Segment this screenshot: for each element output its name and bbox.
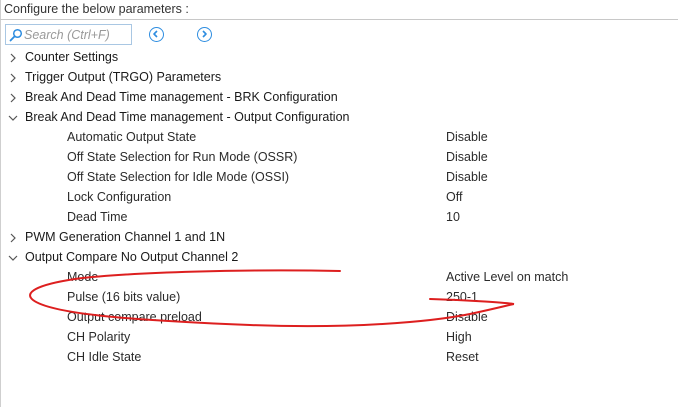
group-label: Output Compare No Output Channel 2 — [25, 250, 239, 264]
parameter-name: Output compare preload — [67, 310, 202, 324]
parameter-name: Off State Selection for Idle Mode (OSSI) — [67, 170, 290, 184]
tree-group-row[interactable]: Trigger Output (TRGO) Parameters — [0, 68, 678, 88]
chevron-right-icon[interactable] — [8, 73, 18, 83]
parameter-row[interactable]: Mode Active Level on match — [0, 268, 678, 288]
chevron-right-icon[interactable] — [8, 93, 18, 103]
tree-group-row[interactable]: PWM Generation Channel 1 and 1N — [0, 228, 678, 248]
parameter-row[interactable]: CH Polarity High — [0, 328, 678, 348]
chevron-down-icon[interactable] — [8, 113, 18, 123]
group-label: Trigger Output (TRGO) Parameters — [25, 70, 222, 84]
parameter-row[interactable]: Off State Selection for Idle Mode (OSSI)… — [0, 168, 678, 188]
tree-group-row[interactable]: Break And Dead Time management - Output … — [0, 108, 678, 128]
group-label: Break And Dead Time management - BRK Con… — [25, 90, 338, 104]
parameter-value[interactable]: Disable — [446, 130, 488, 144]
parameter-tree: Counter Settings Trigger Output (TRGO) Pa… — [0, 48, 678, 368]
group-label: PWM Generation Channel 1 and 1N — [25, 230, 226, 244]
circle-arrow-left-icon — [153, 30, 158, 38]
parameter-name: Automatic Output State — [67, 130, 197, 144]
parameter-name: Mode — [67, 270, 99, 284]
parameter-value[interactable]: Active Level on match — [446, 270, 568, 284]
parameter-name: Lock Configuration — [67, 190, 172, 204]
parameter-name: Off State Selection for Run Mode (OSSR) — [67, 150, 298, 164]
parameter-settings-panel: Configure the below parameters : Counter… — [0, 0, 678, 407]
circle-arrow-right-icon — [202, 30, 207, 38]
parameter-name: Pulse (16 bits value) — [67, 290, 181, 304]
search-input[interactable] — [24, 26, 128, 43]
parameter-name: CH Polarity — [67, 330, 131, 344]
parameter-value[interactable]: High — [446, 330, 472, 344]
next-match-button[interactable] — [197, 27, 212, 42]
parameter-value[interactable]: Off — [446, 190, 462, 204]
group-label: Break And Dead Time management - Output … — [25, 110, 350, 124]
previous-match-button[interactable] — [149, 27, 164, 42]
parameter-row[interactable]: Dead Time 10 — [0, 208, 678, 228]
panel-header: Configure the below parameters : — [0, 0, 678, 20]
search-box[interactable] — [5, 24, 132, 45]
parameter-value[interactable]: Disable — [446, 150, 488, 164]
parameter-name: Dead Time — [67, 210, 128, 224]
parameter-row[interactable]: Output compare preload Disable — [0, 308, 678, 328]
parameter-name: CH Idle State — [67, 350, 142, 364]
group-label: Counter Settings — [25, 50, 119, 64]
parameter-value[interactable]: Disable — [446, 310, 488, 324]
chevron-down-icon[interactable] — [8, 253, 18, 263]
parameter-value[interactable]: Reset — [446, 350, 479, 364]
tree-group-row[interactable]: Break And Dead Time management - BRK Con… — [0, 88, 678, 108]
tree-group-row[interactable]: Output Compare No Output Channel 2 — [0, 248, 678, 268]
search-icon — [9, 28, 23, 42]
panel-title: Configure the below parameters : — [4, 2, 189, 16]
chevron-right-icon[interactable] — [8, 53, 18, 63]
parameter-row[interactable]: Automatic Output State Disable — [0, 128, 678, 148]
parameter-value[interactable]: 250-1 — [446, 290, 478, 304]
chevron-right-icon[interactable] — [8, 233, 18, 243]
parameter-value[interactable]: Disable — [446, 170, 488, 184]
search-toolbar — [0, 23, 678, 45]
parameter-row[interactable]: Lock Configuration Off — [0, 188, 678, 208]
tree-group-row[interactable]: Counter Settings — [0, 48, 678, 68]
parameter-row[interactable]: Off State Selection for Run Mode (OSSR) D… — [0, 148, 678, 168]
parameter-value[interactable]: 10 — [446, 210, 460, 224]
parameter-row[interactable]: CH Idle State Reset — [0, 348, 678, 368]
parameter-row[interactable]: Pulse (16 bits value) 250-1 — [0, 288, 678, 308]
